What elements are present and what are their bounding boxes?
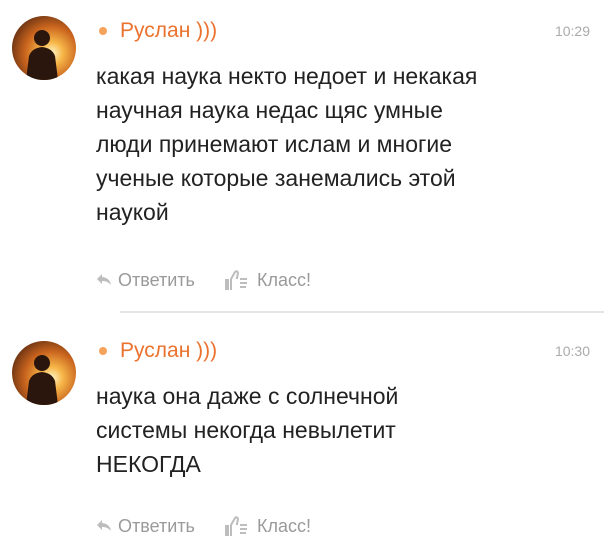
avatar[interactable] <box>12 16 76 80</box>
comment: Руслан ))) 10:29 какая наука некто недое… <box>0 0 604 312</box>
reply-label: Ответить <box>118 269 195 290</box>
like-button[interactable]: Класс! <box>223 515 311 537</box>
thumbs-up-icon <box>224 270 247 290</box>
comment-text: наука она даже с солнечной системы неког… <box>96 383 399 477</box>
comment-text: какая наука некто недоет и некакая научн… <box>96 63 478 225</box>
author-name[interactable]: Руслан ))) <box>120 19 217 43</box>
comment-time: 10:29 <box>554 23 590 39</box>
comment-actions: Ответить Класс! <box>96 514 311 538</box>
author-name[interactable]: Руслан ))) <box>120 339 217 363</box>
reply-button[interactable]: Ответить <box>96 270 195 291</box>
like-button[interactable]: Класс! <box>223 269 311 291</box>
presence-dot <box>99 347 107 355</box>
presence-dot <box>99 27 107 35</box>
comment-actions: Ответить Класс! <box>96 268 311 292</box>
reply-arrow-icon <box>97 274 111 285</box>
thumbs-up-icon <box>224 516 247 536</box>
comment: Руслан ))) 10:30 наука она даже с солнеч… <box>0 312 604 558</box>
like-label: Класс! <box>256 269 311 290</box>
reply-arrow-icon <box>97 520 111 531</box>
reply-button[interactable]: Ответить <box>96 516 195 537</box>
comment-time: 10:30 <box>554 343 590 359</box>
like-label: Класс! <box>256 515 311 536</box>
avatar[interactable] <box>12 341 76 405</box>
reply-label: Ответить <box>118 515 195 536</box>
